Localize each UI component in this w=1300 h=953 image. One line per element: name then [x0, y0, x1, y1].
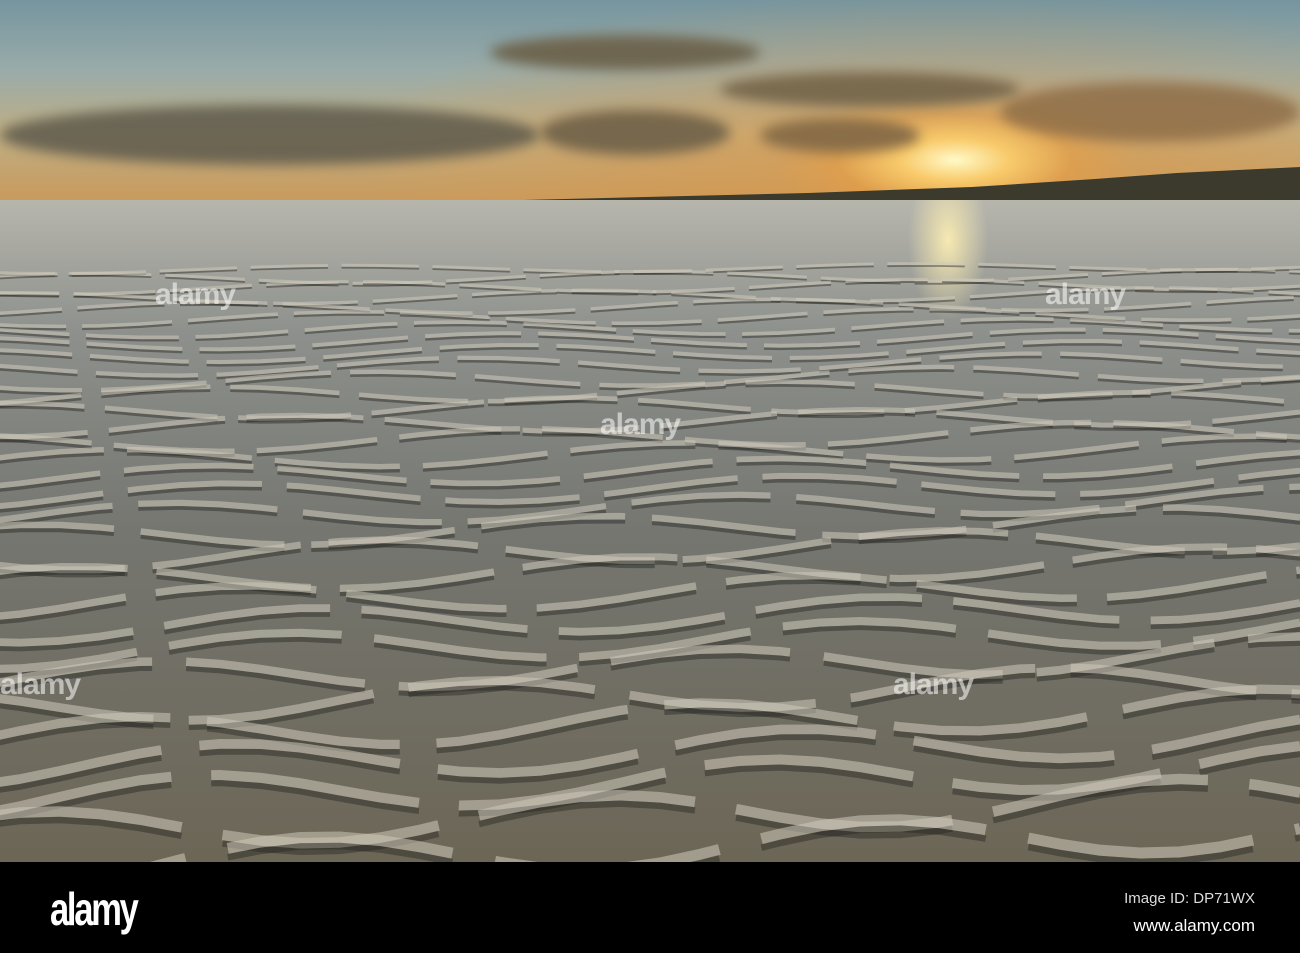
ripple — [0, 504, 1300, 549]
image-id: Image ID: DP71WX — [1124, 890, 1255, 907]
ripple — [0, 773, 1300, 849]
cloud — [490, 35, 760, 70]
watermark: alamy — [155, 278, 236, 311]
footer-bar: alamy Image ID: DP71WX www.alamy.com — [0, 862, 1300, 953]
cloud — [760, 118, 920, 153]
cloud — [720, 72, 1020, 107]
watermark: alamy — [600, 408, 681, 441]
cloud — [0, 105, 540, 165]
beach-sunset-photo: alamy alamy alamy alamy alamy — [0, 0, 1300, 862]
watermark: alamy — [1045, 278, 1126, 311]
cloud — [540, 110, 730, 155]
cloud — [1000, 82, 1300, 142]
watermark: alamy — [893, 668, 974, 701]
alamy-logo: alamy — [50, 883, 139, 935]
site-url: www.alamy.com — [1133, 916, 1255, 935]
watermark: alamy — [0, 668, 81, 701]
ripple — [149, 814, 1300, 862]
